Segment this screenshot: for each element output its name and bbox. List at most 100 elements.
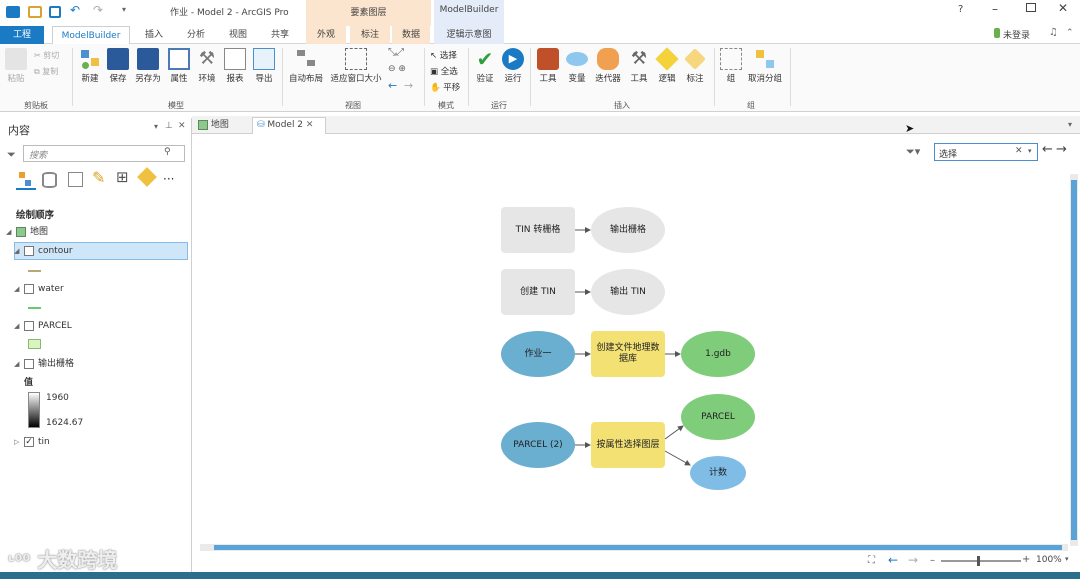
layer-checkbox[interactable] [24,320,34,331]
fit-extent-icon[interactable]: ⛶ [868,555,875,566]
zoom-out-icon[interactable]: – [930,555,935,566]
raster-ramp[interactable] [28,392,40,428]
data-zuoye[interactable]: 作业一 [501,331,575,377]
list-by-selection-icon[interactable] [68,172,83,187]
tool-tin-to-raster[interactable]: TIN 转栅格 [501,207,575,253]
tab-insert[interactable]: 插入 [136,26,172,44]
list-by-snapping-icon[interactable]: ⊞ [116,168,129,186]
tab-diagram[interactable]: 逻辑示意图 [434,26,504,44]
connector-6[interactable] [664,425,684,440]
data-count[interactable]: 计数 [690,456,746,490]
report-button[interactable]: 报表 [222,48,248,84]
close-tab-icon[interactable]: ✕ [306,120,314,130]
horizontal-scrollbar[interactable] [200,544,1068,551]
tab-overflow-icon[interactable]: ▾ [1068,120,1072,129]
doc-tab-model2[interactable]: ⛁ Model 2 ✕ [252,117,326,134]
doc-tab-map[interactable]: 地图 [198,118,248,134]
minimize-button[interactable]: – [992,2,998,16]
layer-checkbox[interactable] [24,283,34,294]
expand-icon[interactable]: ◢ [14,243,24,259]
tab-data[interactable]: 数据 [392,26,430,44]
fit-to-window-button[interactable]: 适应窗口大小 [328,48,384,84]
new-model-button[interactable]: 新建 [76,48,104,84]
list-by-editing-icon[interactable]: ✎ [92,168,105,187]
zoom-slider[interactable] [941,556,1021,566]
utilities-button[interactable]: ⚒ 工具 [626,48,652,84]
list-by-source-icon[interactable] [42,172,57,188]
layer-row-water[interactable]: ◢ water [14,281,64,297]
pan-button[interactable]: ✋ 平移 [430,81,460,93]
auto-layout-button[interactable]: 自动布局 [286,48,326,84]
more-icon[interactable]: ··· [163,172,174,186]
save-quick-icon[interactable] [49,6,61,18]
zoom-level[interactable]: 100% [1036,555,1062,565]
search-input[interactable]: 搜索 ⚲ [23,145,185,162]
run-button[interactable]: ▶ 运行 [500,48,526,84]
pane-menu-icon[interactable]: ▾ [154,122,158,131]
layer-checkbox[interactable] [24,245,34,256]
vertical-scroll-thumb[interactable] [1071,180,1077,540]
parcel-symbol[interactable] [28,339,41,349]
collapse-ribbon-icon[interactable]: ⌃ [1066,28,1074,38]
zoom-dropdown-icon[interactable]: ▾ [1065,555,1069,563]
maximize-button[interactable] [1026,3,1036,12]
copy-button[interactable]: ⧉ 复制 [34,66,58,77]
data-output-raster[interactable]: 输出栅格 [591,207,665,253]
layer-checkbox[interactable] [24,358,34,369]
export-button[interactable]: 导出 [250,48,278,84]
data-parcel-output[interactable]: PARCEL [681,394,755,440]
tab-appearance[interactable]: 外观 [306,26,346,44]
zoom-slider-thumb[interactable] [977,556,980,566]
expand-icon[interactable]: ◢ [14,356,24,372]
paste-button[interactable]: 粘贴 [4,48,28,84]
vertical-scrollbar[interactable] [1070,174,1078,546]
zoom-extent-icon[interactable]: ⤡⤢ [388,47,404,58]
logical-button[interactable]: 逻辑 [654,47,680,84]
map-row[interactable]: ◢ 地图 [6,224,48,240]
label-button[interactable]: 标注 [682,48,708,84]
model-canvas[interactable]: ⏷▾ 选择 ✕ ▾ ← → TIN 转栅格 输出栅格 创建 TIN 输出 TIN… [196,134,1080,574]
customize-qat-icon[interactable]: ▾ [122,5,126,14]
list-by-labeling-icon[interactable] [137,167,157,187]
login-status[interactable]: 未登录 [1003,28,1030,41]
layer-checkbox-checked[interactable]: ✓ [24,436,34,447]
expand-icon[interactable]: ◢ [14,318,24,334]
select-mode-button[interactable]: ↖ 选择 [430,49,457,61]
data-output-tin[interactable]: 输出 TIN [591,269,665,315]
tool-create-tin[interactable]: 创建 TIN [501,269,575,315]
iterators-button[interactable]: 迭代器 [592,48,624,84]
layer-row-output-raster[interactable]: ◢ 输出栅格 [14,356,74,372]
nav-back-icon[interactable]: ← [888,553,898,567]
zoom-in-icon[interactable]: + [1022,554,1030,565]
close-pane-icon[interactable]: ✕ [178,121,186,131]
tab-view[interactable]: 视图 [220,26,256,44]
pin-icon[interactable]: ⊥ [165,121,173,131]
new-project-icon[interactable] [6,6,20,18]
collapse-icon[interactable]: ▷ [14,434,24,450]
tab-modelbuilder[interactable]: ModelBuilder [52,26,130,44]
expand-icon[interactable]: ◢ [6,224,16,240]
tab-share[interactable]: 共享 [262,26,298,44]
tab-project[interactable]: 工程 [0,26,44,44]
undo-icon[interactable]: ↶ [70,3,80,17]
tab-labeling[interactable]: 标注 [350,26,390,44]
environments-button[interactable]: ⚒ 环境 [194,48,220,84]
notification-icon[interactable]: ♫ [1049,27,1058,38]
back-icon[interactable]: ← [388,79,397,92]
search-icon[interactable]: ⚲ [164,147,171,157]
filter-icon[interactable]: ⏷ [7,148,16,162]
tool-create-file-gdb[interactable]: 创建文件地理数据库 [591,331,665,377]
help-button[interactable]: ? [958,4,963,15]
data-gdb[interactable]: 1.gdb [681,331,755,377]
nav-forward-icon[interactable]: → [908,553,918,567]
horizontal-scroll-thumb[interactable] [214,545,1062,550]
zoom-icons[interactable]: ⊖ ⊕ [388,64,406,74]
tools-button[interactable]: 工具 [534,48,562,84]
tool-select-by-attribute[interactable]: 按属性选择图层 [591,422,665,468]
water-symbol[interactable] [28,307,41,309]
data-parcel-2[interactable]: PARCEL (2) [501,422,575,468]
layer-row-contour[interactable]: ◢ contour [14,243,73,259]
forward-icon[interactable]: → [404,79,413,92]
tab-analysis[interactable]: 分析 [178,26,214,44]
close-window-button[interactable]: ✕ [1058,1,1068,15]
